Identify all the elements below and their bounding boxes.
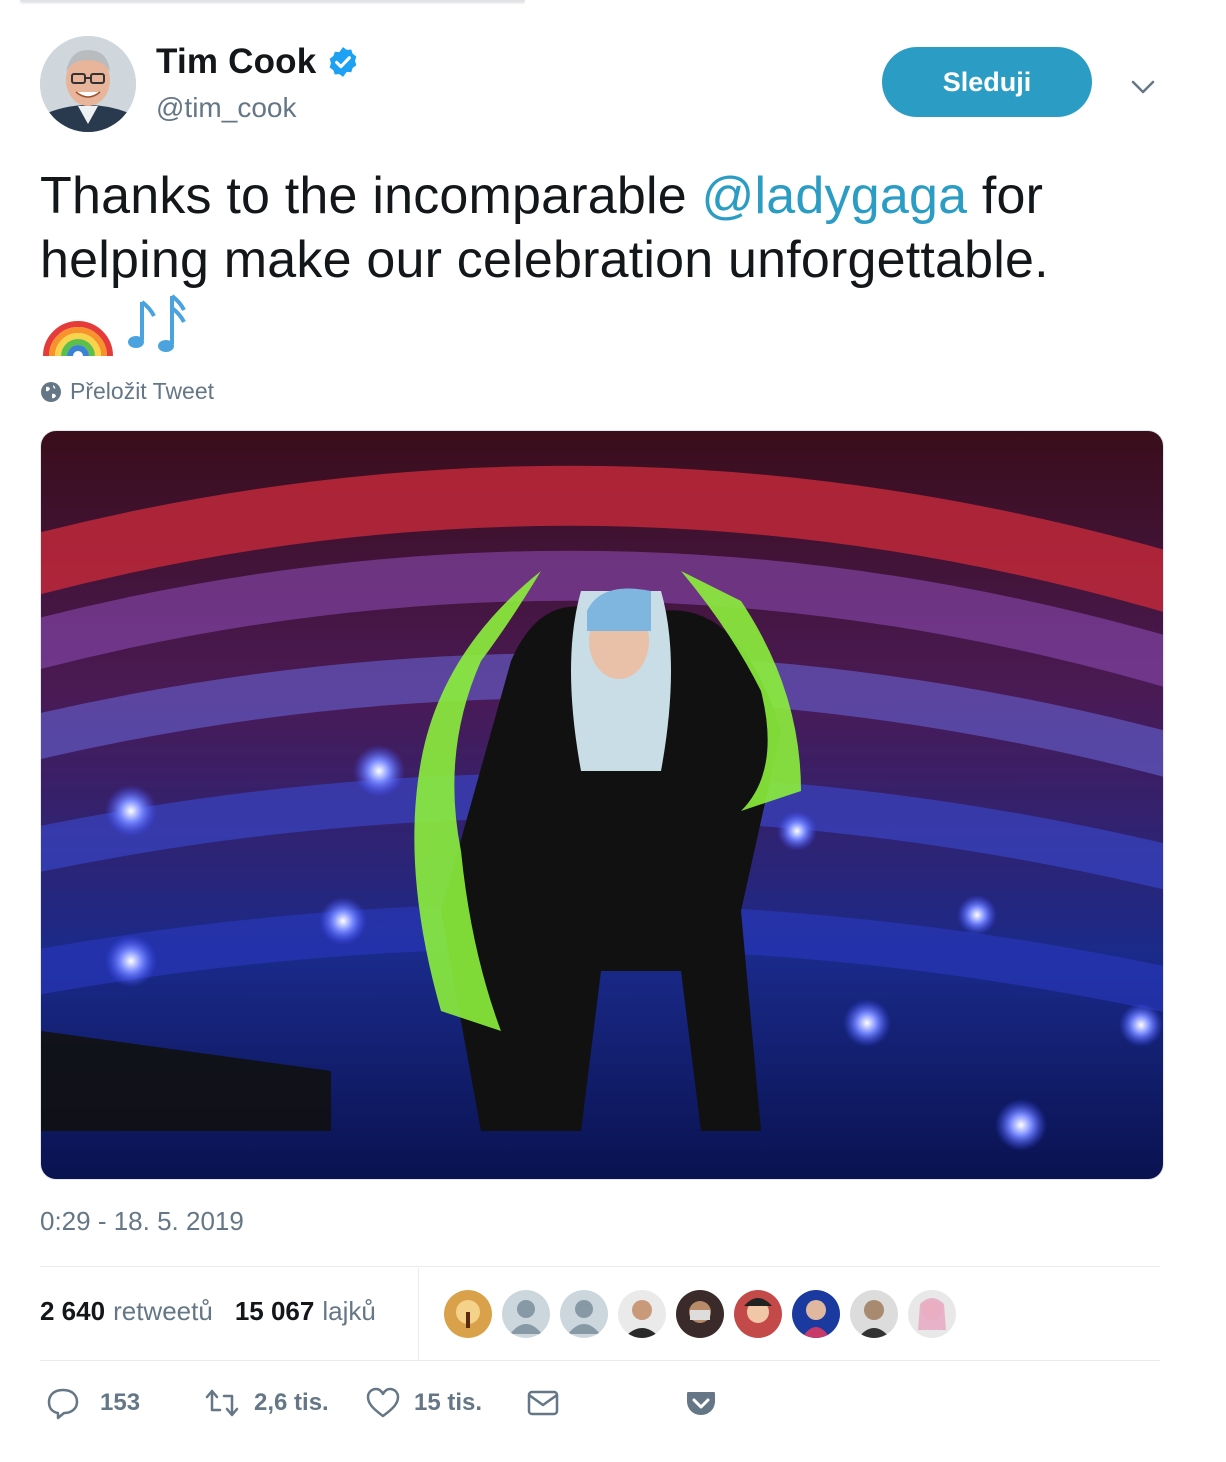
liker-avatar[interactable] <box>618 1290 666 1338</box>
stats-top-divider <box>40 1266 1160 1267</box>
reply-button[interactable]: 153 <box>46 1386 140 1420</box>
tweet-stats: 2 640 retweetů 15 067 lajků <box>40 1296 398 1327</box>
tweet-actions: 153 2,6 tis. 15 tis. <box>46 1386 746 1430</box>
reply-icon <box>47 1388 79 1420</box>
tweet-photo[interactable] <box>40 430 1164 1180</box>
liker-avatar[interactable] <box>850 1290 898 1338</box>
liker-avatar[interactable] <box>792 1290 840 1338</box>
direct-message-button[interactable] <box>526 1386 560 1420</box>
likes-label[interactable]: lajků <box>322 1296 375 1327</box>
liker-avatar[interactable] <box>560 1290 608 1338</box>
translate-label: Přeložit Tweet <box>70 378 215 404</box>
heart-icon <box>366 1387 400 1418</box>
translate-tweet-link[interactable]: Přeložit Tweet <box>40 378 214 405</box>
like-button[interactable]: 15 tis. <box>366 1386 482 1420</box>
follow-button[interactable]: Sleduji <box>882 47 1092 117</box>
reply-count: 153 <box>100 1389 141 1416</box>
envelope-icon <box>527 1390 559 1416</box>
author-name-row: Tim Cook <box>156 42 360 82</box>
liker-avatar[interactable] <box>734 1290 782 1338</box>
retweet-count: 2,6 tis. <box>254 1389 329 1416</box>
retweets-count[interactable]: 2 640 <box>40 1296 105 1327</box>
avatar[interactable] <box>40 36 136 132</box>
tweet-text-part: Thanks to the incomparable <box>40 167 702 225</box>
display-name[interactable]: Tim Cook <box>156 42 316 82</box>
verified-badge-icon <box>330 47 357 77</box>
liker-avatar[interactable] <box>676 1290 724 1338</box>
liker-avatar[interactable] <box>444 1290 492 1338</box>
retweet-icon <box>205 1389 239 1417</box>
rainbow-icon <box>43 321 113 357</box>
globe-icon <box>41 381 61 402</box>
musical-notes-icon <box>128 294 186 352</box>
liker-avatars <box>444 1290 956 1338</box>
tweet-text: Thanks to the incomparable @ladygaga for… <box>40 164 1180 292</box>
retweets-label[interactable]: retweetů <box>113 1296 213 1327</box>
likes-count[interactable]: 15 067 <box>235 1296 315 1327</box>
stats-bottom-divider <box>40 1360 1160 1361</box>
stats-separator <box>418 1268 419 1360</box>
mention-link[interactable]: @ladygaga <box>702 167 968 225</box>
pocket-button[interactable] <box>684 1386 718 1420</box>
tweet-timestamp[interactable]: 0:29 - 18. 5. 2019 <box>40 1206 244 1237</box>
like-count: 15 tis. <box>414 1389 483 1416</box>
liker-avatar[interactable] <box>502 1290 550 1338</box>
pocket-icon <box>687 1392 715 1415</box>
chevron-down-icon[interactable] <box>1128 72 1158 102</box>
liker-avatar[interactable] <box>908 1290 956 1338</box>
top-divider <box>20 0 525 2</box>
retweet-button[interactable]: 2,6 tis. <box>204 1386 329 1420</box>
emoji-row <box>42 288 192 360</box>
author-handle[interactable]: @tim_cook <box>156 92 296 124</box>
